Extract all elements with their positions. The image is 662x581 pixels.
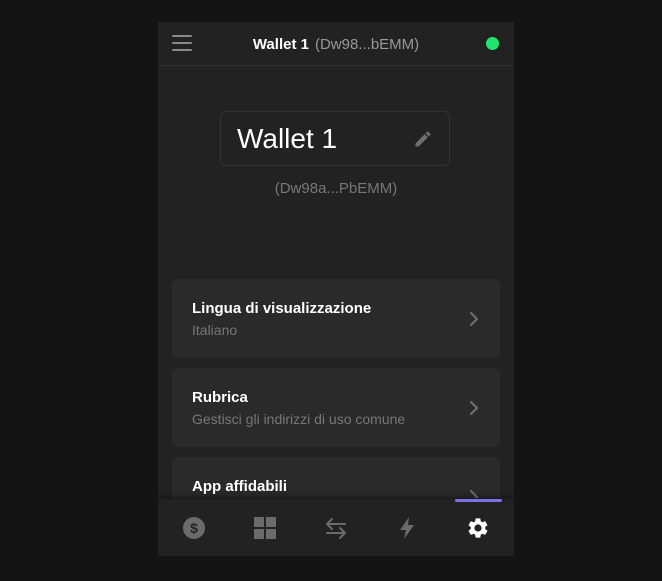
header: Wallet 1 (Dw98...bEMM) bbox=[158, 22, 514, 66]
chevron-right-icon bbox=[469, 400, 479, 415]
tab-settings[interactable] bbox=[443, 499, 514, 556]
wallet-address: (Dw98a...PbEMM) bbox=[274, 180, 398, 197]
header-wallet-address: (Dw98...bEMM) bbox=[314, 35, 420, 53]
connection-status-icon bbox=[486, 37, 499, 50]
wallet-app: Wallet 1 (Dw98...bEMM) Wallet 1 (Dw98a..… bbox=[158, 22, 514, 556]
lightning-icon bbox=[400, 516, 415, 539]
wallet-name-field[interactable]: Wallet 1 bbox=[220, 111, 450, 166]
settings-item-subtitle: Italiano bbox=[192, 321, 238, 338]
settings-item-language[interactable]: Lingua di visualizzazione Italiano bbox=[172, 279, 500, 358]
tab-collectibles[interactable] bbox=[229, 499, 300, 556]
settings-item-title: Rubrica bbox=[192, 388, 248, 406]
tab-activity[interactable] bbox=[372, 499, 443, 556]
swap-arrows-icon bbox=[326, 517, 346, 539]
settings-item-title: App affidabili bbox=[192, 477, 287, 495]
header-title: Wallet 1 (Dw98...bEMM) bbox=[158, 22, 514, 66]
gear-icon bbox=[469, 517, 488, 538]
header-wallet-name: Wallet 1 bbox=[252, 35, 309, 53]
settings-item-title: Lingua di visualizzazione bbox=[192, 299, 372, 317]
grid-icon bbox=[253, 516, 276, 539]
tab-wallet[interactable]: $ bbox=[158, 499, 229, 556]
settings-item-address-book[interactable]: Rubrica Gestisci gli indirizzi di uso co… bbox=[172, 368, 500, 447]
settings-item-subtitle: Gestisci gli indirizzi di uso comune bbox=[192, 410, 406, 427]
pencil-icon[interactable] bbox=[413, 129, 433, 149]
wallet-name-value: Wallet 1 bbox=[237, 122, 338, 154]
settings-content: Wallet 1 (Dw98a...PbEMM) Lingua di visua… bbox=[158, 66, 514, 536]
chevron-right-icon bbox=[469, 311, 479, 326]
tab-swap[interactable] bbox=[300, 499, 371, 556]
dollar-coin-icon: $ bbox=[182, 516, 205, 539]
bottom-tab-bar: $ bbox=[158, 498, 514, 556]
svg-text:$: $ bbox=[190, 520, 198, 536]
